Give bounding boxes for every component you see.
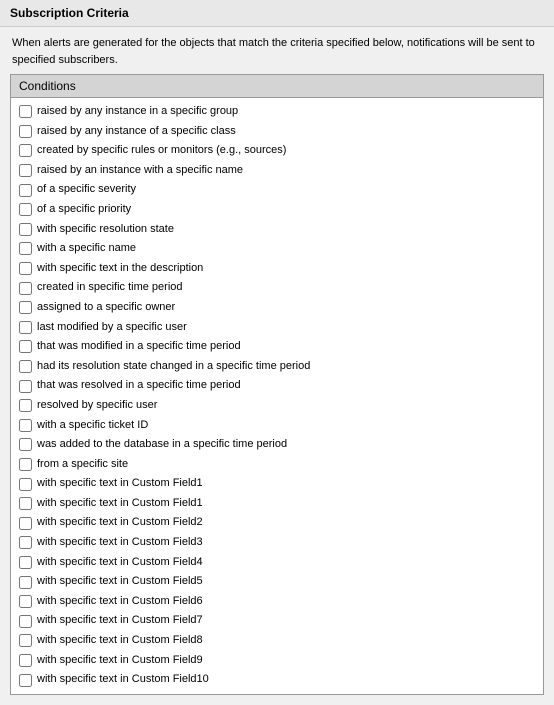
condition-checkbox-c27[interactable] [19, 615, 32, 628]
condition-label: last modified by a specific user [37, 319, 187, 337]
list-item: with a specific ticket ID [17, 416, 537, 436]
condition-checkbox-c17[interactable] [19, 419, 32, 432]
list-item: had its resolution state changed in a sp… [17, 357, 537, 377]
condition-label: that was modified in a specific time per… [37, 338, 241, 356]
condition-checkbox-c18[interactable] [19, 438, 32, 451]
list-item: with specific text in Custom Field4 [17, 553, 537, 573]
list-item: raised by any instance in a specific gro… [17, 102, 537, 122]
condition-checkbox-c30[interactable] [19, 674, 32, 687]
condition-label: with specific text in Custom Field1 [37, 495, 203, 513]
condition-checkbox-c26[interactable] [19, 595, 32, 608]
list-item: last modified by a specific user [17, 318, 537, 338]
condition-label: with specific text in Custom Field9 [37, 652, 203, 670]
list-item: with specific resolution state [17, 220, 537, 240]
list-item: with specific text in Custom Field5 [17, 572, 537, 592]
condition-checkbox-c20[interactable] [19, 478, 32, 491]
condition-label: with specific text in Custom Field4 [37, 554, 203, 572]
condition-label: resolved by specific user [37, 397, 157, 415]
condition-label: with specific text in Custom Field1 [37, 475, 203, 493]
condition-label: with specific text in Custom Field3 [37, 534, 203, 552]
condition-checkbox-c23[interactable] [19, 536, 32, 549]
condition-label: raised by an instance with a specific na… [37, 162, 243, 180]
condition-checkbox-c8[interactable] [19, 242, 32, 255]
condition-checkbox-c4[interactable] [19, 164, 32, 177]
condition-label: with specific text in the description [37, 260, 203, 278]
condition-checkbox-c1[interactable] [19, 105, 32, 118]
condition-checkbox-c7[interactable] [19, 223, 32, 236]
condition-checkbox-c10[interactable] [19, 282, 32, 295]
condition-checkbox-c9[interactable] [19, 262, 32, 275]
conditions-list: raised by any instance in a specific gro… [11, 98, 543, 694]
condition-checkbox-c29[interactable] [19, 654, 32, 667]
condition-label: raised by any instance of a specific cla… [37, 123, 236, 141]
condition-label: was added to the database in a specific … [37, 436, 287, 454]
list-item: assigned to a specific owner [17, 298, 537, 318]
list-item: raised by any instance of a specific cla… [17, 122, 537, 142]
condition-checkbox-c5[interactable] [19, 184, 32, 197]
page-container: Subscription Criteria When alerts are ge… [0, 0, 554, 695]
condition-checkbox-c12[interactable] [19, 321, 32, 334]
list-item: was added to the database in a specific … [17, 435, 537, 455]
condition-label: with specific text in Custom Field7 [37, 612, 203, 630]
list-item: with specific text in Custom Field6 [17, 592, 537, 612]
list-item: that was resolved in a specific time per… [17, 376, 537, 396]
list-item: from a specific site [17, 455, 537, 475]
list-item: with specific text in Custom Field9 [17, 651, 537, 671]
condition-checkbox-c22[interactable] [19, 517, 32, 530]
condition-label: from a specific site [37, 456, 128, 474]
list-item: of a specific severity [17, 180, 537, 200]
condition-checkbox-c16[interactable] [19, 399, 32, 412]
list-item: with specific text in Custom Field1 [17, 474, 537, 494]
condition-checkbox-c14[interactable] [19, 360, 32, 373]
condition-label: with a specific name [37, 240, 136, 258]
condition-checkbox-c25[interactable] [19, 576, 32, 589]
conditions-section: Conditions raised by any instance in a s… [10, 74, 544, 695]
condition-label: of a specific severity [37, 181, 136, 199]
condition-label: raised by any instance in a specific gro… [37, 103, 238, 121]
condition-checkbox-c6[interactable] [19, 203, 32, 216]
list-item: with specific text in Custom Field1 [17, 494, 537, 514]
list-item: created in specific time period [17, 278, 537, 298]
conditions-header: Conditions [11, 75, 543, 98]
condition-label: created in specific time period [37, 279, 183, 297]
condition-checkbox-c13[interactable] [19, 340, 32, 353]
list-item: created by specific rules or monitors (e… [17, 141, 537, 161]
condition-label: with specific text in Custom Field2 [37, 514, 203, 532]
condition-label: with specific text in Custom Field8 [37, 632, 203, 650]
condition-label: with specific text in Custom Field6 [37, 593, 203, 611]
condition-label: with specific text in Custom Field5 [37, 573, 203, 591]
list-item: that was modified in a specific time per… [17, 337, 537, 357]
list-item: resolved by specific user [17, 396, 537, 416]
condition-checkbox-c21[interactable] [19, 497, 32, 510]
list-item: with specific text in Custom Field10 [17, 670, 537, 690]
list-item: with specific text in Custom Field8 [17, 631, 537, 651]
condition-checkbox-c19[interactable] [19, 458, 32, 471]
condition-checkbox-c2[interactable] [19, 125, 32, 138]
condition-label: of a specific priority [37, 201, 131, 219]
list-item: with specific text in Custom Field2 [17, 513, 537, 533]
list-item: with specific text in Custom Field3 [17, 533, 537, 553]
list-item: with specific text in Custom Field7 [17, 611, 537, 631]
condition-label: had its resolution state changed in a sp… [37, 358, 310, 376]
condition-label: with specific text in Custom Field10 [37, 671, 209, 689]
condition-checkbox-c28[interactable] [19, 634, 32, 647]
condition-label: assigned to a specific owner [37, 299, 175, 317]
list-item: of a specific priority [17, 200, 537, 220]
condition-checkbox-c3[interactable] [19, 144, 32, 157]
list-item: with a specific name [17, 239, 537, 259]
list-item: with specific text in the description [17, 259, 537, 279]
condition-label: that was resolved in a specific time per… [37, 377, 241, 395]
title-bar: Subscription Criteria [0, 0, 554, 27]
condition-label: with a specific ticket ID [37, 417, 148, 435]
description-text: When alerts are generated for the object… [0, 27, 554, 74]
condition-label: created by specific rules or monitors (e… [37, 142, 286, 160]
list-item: raised by an instance with a specific na… [17, 161, 537, 181]
condition-checkbox-c24[interactable] [19, 556, 32, 569]
condition-checkbox-c15[interactable] [19, 380, 32, 393]
condition-checkbox-c11[interactable] [19, 301, 32, 314]
page-title: Subscription Criteria [10, 6, 129, 20]
condition-label: with specific resolution state [37, 221, 174, 239]
